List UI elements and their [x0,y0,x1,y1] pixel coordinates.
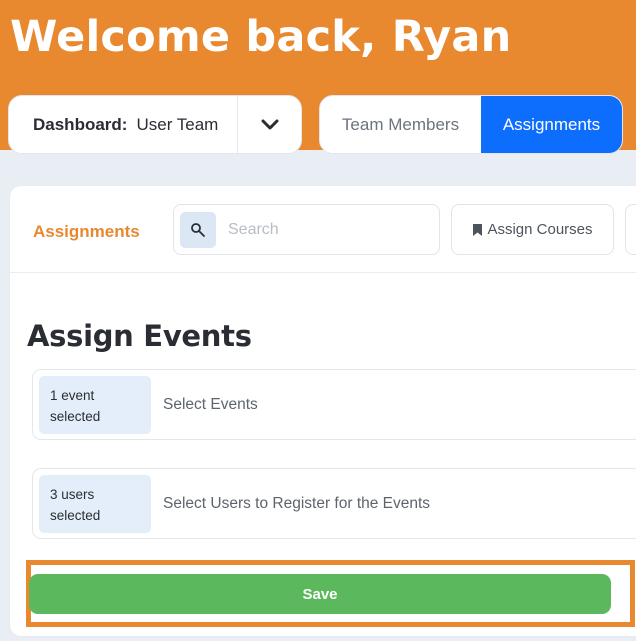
assign-courses-label: Assign Courses [487,221,593,238]
save-button[interactable]: Save [29,574,611,614]
bookmark-icon [473,223,483,236]
events-count: 1 event [50,387,95,403]
events-selected-badge: 1 event selected [39,375,151,434]
toolbar-divider [10,272,636,273]
dashboard-selector[interactable]: Dashboard: User Team [8,95,302,154]
assign-courses-button[interactable]: Assign Courses [451,204,614,255]
select-events-row[interactable]: 1 event selected Select Events [32,369,636,440]
search-box [173,204,440,255]
panel-title: Assignments [33,222,140,241]
section-title: Assign Events [27,319,252,353]
tab-assignments[interactable]: Assignments [481,96,622,153]
search-button[interactable] [180,211,216,248]
assignments-panel: Assignments Assign Courses Assign Events… [9,185,636,637]
tab-team-members[interactable]: Team Members [320,96,481,153]
search-icon [191,222,205,237]
select-users-label: Select Users to Register for the Events [163,494,431,512]
welcome-title: Welcome back, Ryan [10,12,512,62]
select-users-row[interactable]: 3 users selected Select Users to Registe… [32,468,636,539]
events-selected-text: selected [50,408,101,424]
users-count: 3 users [50,486,95,502]
users-selected-badge: 3 users selected [39,474,151,533]
dashboard-label: Dashboard: [33,114,128,134]
dashboard-value: User Team [136,114,219,134]
more-toolbar-button[interactable] [625,204,636,255]
chevron-down-icon [261,119,278,129]
users-selected-text: selected [50,507,101,523]
view-tabs: Team Members Assignments [319,95,623,154]
search-input[interactable] [228,220,428,239]
dashboard-dropdown-toggle[interactable] [237,96,301,153]
select-events-label: Select Events [163,395,258,413]
